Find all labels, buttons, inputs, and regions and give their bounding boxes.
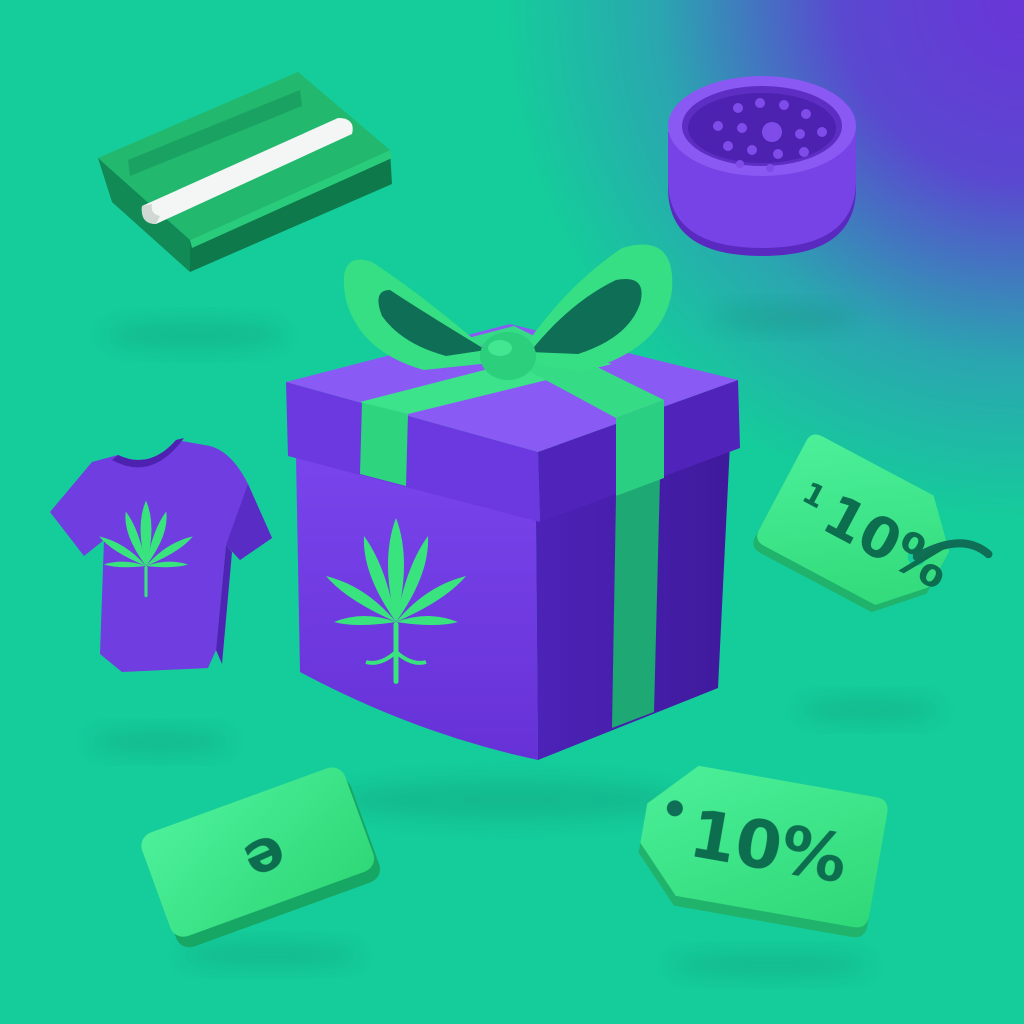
promo-illustration: 1 10% 10% ə — [0, 0, 1024, 1024]
illustration-canvas: 1 10% 10% ə — [0, 0, 1024, 1024]
herb-grinder-icon — [668, 76, 856, 256]
